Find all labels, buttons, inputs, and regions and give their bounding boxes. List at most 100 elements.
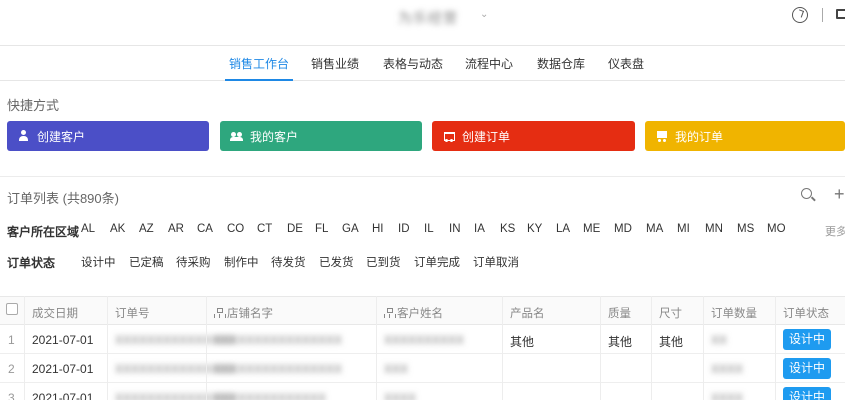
region-chip[interactable]: MS <box>737 223 754 235</box>
region-chip[interactable]: MA <box>646 223 663 235</box>
cart-icon <box>442 130 456 142</box>
status-chip[interactable]: 已到货 <box>366 254 401 270</box>
status-chip[interactable]: 设计中 <box>81 254 116 270</box>
region-chip[interactable]: AZ <box>139 223 154 235</box>
section-divider <box>0 176 845 177</box>
region-chip[interactable]: CA <box>197 223 213 235</box>
status-chip[interactable]: 订单完成 <box>414 254 460 270</box>
region-chip[interactable]: AK <box>110 223 125 235</box>
region-chip[interactable]: DE <box>287 223 303 235</box>
my-customers-label: 我的客户 <box>250 129 299 144</box>
more-regions-link[interactable]: 更多 <box>825 223 845 239</box>
status-chip[interactable]: 订单取消 <box>473 254 519 270</box>
row-number: 3 <box>8 391 15 400</box>
tab-tables-activity[interactable]: 表格与动态 <box>383 55 443 72</box>
search-icon[interactable] <box>801 188 812 199</box>
cell-customer: XXXX <box>384 391 417 400</box>
app-switch-caret-icon[interactable]: ⌄ <box>480 9 488 20</box>
cell-date: 2021-07-01 <box>32 333 94 347</box>
column-divider <box>775 296 776 400</box>
cell-shop: XXXXXXXXXXXXXX <box>214 391 327 400</box>
status-badge[interactable]: 设计中 <box>783 358 831 379</box>
region-chip[interactable]: HI <box>372 223 384 235</box>
relation-icon <box>384 308 396 318</box>
tab-sales-performance[interactable]: 销售业绩 <box>311 55 359 72</box>
status-badge[interactable]: 设计中 <box>783 329 831 350</box>
my-customers-button[interactable]: 我的客户 <box>220 121 422 151</box>
region-chip[interactable]: GA <box>342 223 359 235</box>
status-chip[interactable]: 制作中 <box>224 254 259 270</box>
status-filter-label: 订单状态 <box>7 256 56 270</box>
region-chip[interactable]: ME <box>583 223 600 235</box>
tab-workflow-center[interactable]: 流程中心 <box>465 55 513 72</box>
region-chip[interactable]: MI <box>677 223 690 235</box>
region-chip[interactable]: AR <box>168 223 184 235</box>
cell-quantity: XXXX <box>711 391 744 400</box>
cell-date: 2021-07-01 <box>32 391 94 400</box>
cell-shop: XXXXXXXXXXXXXXXX <box>214 362 343 376</box>
shortcuts-title: 快捷方式 <box>7 98 60 113</box>
top-bar: 为乐经营 ⌄ <box>0 0 845 46</box>
region-chip[interactable]: IN <box>449 223 461 235</box>
column-divider <box>703 296 704 400</box>
top-divider <box>822 8 823 22</box>
region-chip[interactable]: CO <box>227 223 244 235</box>
region-chip[interactable]: MD <box>614 223 632 235</box>
app-title[interactable]: 为乐经营 <box>398 8 458 28</box>
create-customer-button[interactable]: 创建客户 <box>7 121 209 151</box>
region-chip[interactable]: KY <box>527 223 542 235</box>
status-chip[interactable]: 已定稿 <box>129 254 164 270</box>
my-orders-label: 我的订单 <box>675 129 724 144</box>
column-divider <box>502 296 503 400</box>
column-header-order-no[interactable]: 订单号 <box>115 305 150 321</box>
region-filter-label: 客户所在区域 <box>7 225 80 239</box>
status-chip[interactable]: 已发货 <box>319 254 354 270</box>
my-orders-button[interactable]: 我的订单 <box>645 121 845 151</box>
order-list-title: 订单列表 (共890条) <box>7 191 119 206</box>
region-chip[interactable]: IL <box>424 223 434 235</box>
column-header-status[interactable]: 订单状态 <box>783 305 829 321</box>
create-customer-label: 创建客户 <box>37 129 86 144</box>
column-divider <box>651 296 652 400</box>
table-row[interactable]: 3 2021-07-01 XXXXXXXXXXXXXXX XXXXXXXXXXX… <box>0 383 845 400</box>
add-icon[interactable]: + <box>834 185 845 203</box>
relation-icon <box>214 308 226 318</box>
region-chip[interactable]: IA <box>474 223 485 235</box>
main-nav: 销售工作台 销售业绩 表格与动态 流程中心 数据仓库 仪表盘 <box>0 47 845 81</box>
column-header-size[interactable]: 尺寸 <box>659 305 682 321</box>
column-header-product[interactable]: 产品名 <box>510 305 545 321</box>
region-chip[interactable]: MO <box>767 223 786 235</box>
region-chip[interactable]: LA <box>556 223 570 235</box>
table-row[interactable]: 1 2021-07-01 XXXXXXXXXXXXXXX XXXXXXXXXXX… <box>0 325 845 354</box>
monitor-icon[interactable] <box>836 9 845 19</box>
column-header-quantity[interactable]: 订单数量 <box>711 305 757 321</box>
create-order-label: 创建订单 <box>462 129 511 144</box>
region-chip[interactable]: CT <box>257 223 272 235</box>
status-chip[interactable]: 待采购 <box>176 254 211 270</box>
help-icon[interactable] <box>792 7 808 23</box>
column-divider <box>376 296 377 400</box>
tab-sales-workbench[interactable]: 销售工作台 <box>224 55 294 81</box>
region-chip[interactable]: AL <box>81 223 95 235</box>
row-number: 1 <box>8 333 15 347</box>
cell-customer: XXX <box>384 362 409 376</box>
column-header-shop[interactable]: 店铺名字 <box>214 305 273 321</box>
table-header: 成交日期 订单号 店铺名字 客户姓名 产品名 质量 尺寸 订单数量 订单状态 <box>0 296 845 325</box>
region-chip[interactable]: FL <box>315 223 328 235</box>
region-chip[interactable]: ID <box>398 223 410 235</box>
column-header-customer[interactable]: 客户姓名 <box>384 305 443 321</box>
column-header-date[interactable]: 成交日期 <box>32 305 78 321</box>
status-badge[interactable]: 设计中 <box>783 387 831 400</box>
column-header-quality[interactable]: 质量 <box>608 305 631 321</box>
tab-dashboard[interactable]: 仪表盘 <box>608 55 644 72</box>
select-all-checkbox[interactable] <box>6 303 18 315</box>
row-number: 2 <box>8 362 15 376</box>
table-row[interactable]: 2 2021-07-01 XXXXXXXXXXXXXXX XXXXXXXXXXX… <box>0 354 845 383</box>
status-chip[interactable]: 待发货 <box>271 254 306 270</box>
column-divider <box>24 296 25 400</box>
column-divider <box>107 296 108 400</box>
create-order-button[interactable]: 创建订单 <box>432 121 635 151</box>
tab-data-warehouse[interactable]: 数据仓库 <box>537 55 585 72</box>
region-chip[interactable]: KS <box>500 223 515 235</box>
region-chip[interactable]: MN <box>705 223 723 235</box>
